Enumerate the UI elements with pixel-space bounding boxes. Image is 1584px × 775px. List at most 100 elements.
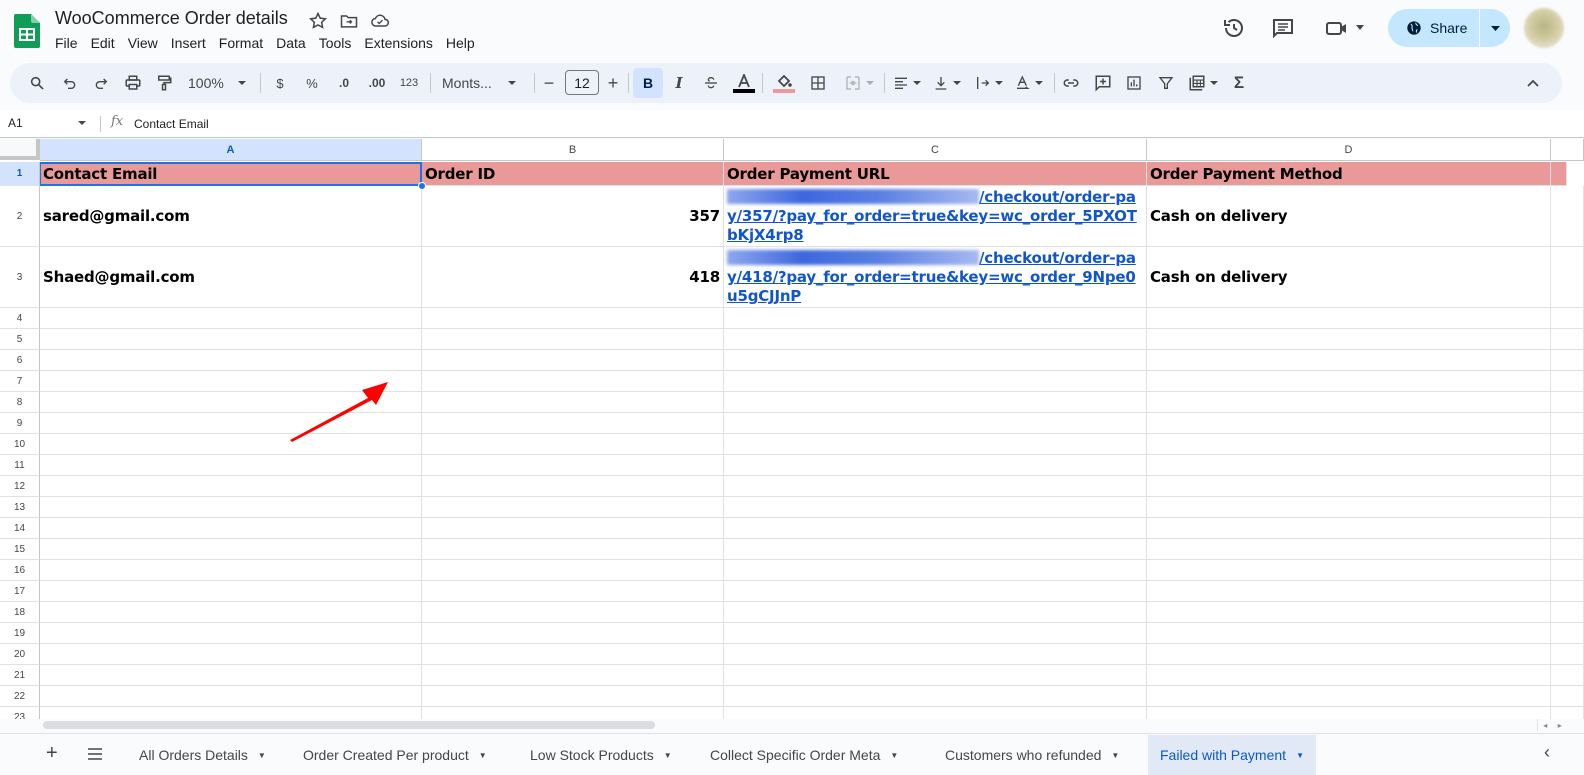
cell-e11[interactable]	[1551, 455, 1584, 476]
borders-button[interactable]	[807, 71, 829, 95]
row-header-1[interactable]: 1	[0, 162, 40, 186]
cell-d14[interactable]	[1147, 518, 1551, 539]
cell-a9[interactable]	[40, 413, 422, 434]
row-header-23[interactable]: 23	[0, 707, 40, 719]
chevron-down-icon[interactable]: ▼	[664, 751, 672, 760]
cell-b6[interactable]	[422, 350, 724, 371]
cell-b21[interactable]	[422, 665, 724, 686]
cell-d16[interactable]	[1147, 560, 1551, 581]
cell-c19[interactable]	[724, 623, 1147, 644]
cell-d6[interactable]	[1147, 350, 1551, 371]
cell-e22[interactable]	[1551, 686, 1584, 707]
cell-b14[interactable]	[422, 518, 724, 539]
cell-e5[interactable]	[1551, 329, 1584, 350]
menu-format[interactable]: Format	[219, 35, 270, 51]
menu-tools[interactable]: Tools	[319, 35, 359, 51]
row-header-8[interactable]: 8	[0, 392, 40, 413]
cell-e7[interactable]	[1551, 371, 1584, 392]
move-folder-icon[interactable]	[339, 11, 359, 31]
cell-d20[interactable]	[1147, 644, 1551, 665]
hide-menus-button[interactable]	[1522, 71, 1544, 95]
star-icon[interactable]	[308, 11, 328, 31]
cell-e23[interactable]	[1551, 707, 1584, 719]
cell-c7[interactable]	[724, 371, 1147, 392]
insert-comment-button[interactable]	[1092, 71, 1114, 95]
cell-e1[interactable]	[1551, 162, 1567, 186]
cell-d1[interactable]: Order Payment Method	[1147, 162, 1551, 186]
cell-d22[interactable]	[1147, 686, 1551, 707]
column-header-b[interactable]: B	[422, 139, 724, 161]
cell-a17[interactable]	[40, 581, 422, 602]
cell-c12[interactable]	[724, 476, 1147, 497]
cell-a11[interactable]	[40, 455, 422, 476]
menu-view[interactable]: View	[128, 35, 165, 51]
cell-d4[interactable]	[1147, 308, 1551, 329]
row-header-12[interactable]: 12	[0, 476, 40, 497]
cell-c23[interactable]	[724, 707, 1147, 719]
cell-b1[interactable]: Order ID	[422, 162, 724, 186]
cell-d21[interactable]	[1147, 665, 1551, 686]
cell-c8[interactable]	[724, 392, 1147, 413]
cell-a13[interactable]	[40, 497, 422, 518]
percent-format-button[interactable]: %	[303, 71, 321, 95]
column-header-c[interactable]: C	[724, 139, 1147, 161]
cell-c20[interactable]	[724, 644, 1147, 665]
scroll-tabs-left-icon[interactable]: ‹	[1544, 742, 1550, 763]
print-button[interactable]	[122, 71, 144, 95]
cell-b22[interactable]	[422, 686, 724, 707]
row-header-7[interactable]: 7	[0, 371, 40, 392]
font-size-input[interactable]: 12	[565, 70, 599, 95]
cell-e9[interactable]	[1551, 413, 1584, 434]
cell-c5[interactable]	[724, 329, 1147, 350]
cell-a2[interactable]: sared@gmail.com	[40, 186, 422, 247]
spreadsheet-grid[interactable]: A B C D Contact Email Order ID Order Pay…	[0, 139, 1584, 719]
cell-a22[interactable]	[40, 686, 422, 707]
user-avatar[interactable]	[1524, 8, 1564, 48]
share-options-button[interactable]	[1480, 9, 1510, 47]
strikethrough-button[interactable]	[700, 71, 722, 95]
cell-d8[interactable]	[1147, 392, 1551, 413]
cell-a4[interactable]	[40, 308, 422, 329]
cell-e15[interactable]	[1551, 539, 1584, 560]
cell-b18[interactable]	[422, 602, 724, 623]
cell-a3[interactable]: Shaed@gmail.com	[40, 247, 422, 308]
cell-d10[interactable]	[1147, 434, 1551, 455]
bold-button[interactable]: B	[633, 68, 663, 98]
document-title[interactable]: WooCommerce Order details	[55, 8, 288, 29]
row-header-19[interactable]: 19	[0, 623, 40, 644]
cell-e19[interactable]	[1551, 623, 1584, 644]
cell-e18[interactable]	[1551, 602, 1584, 623]
cell-a16[interactable]	[40, 560, 422, 581]
text-wrapping-button[interactable]	[972, 71, 1006, 95]
row-header-2[interactable]: 2	[0, 186, 40, 247]
cell-d17[interactable]	[1147, 581, 1551, 602]
add-sheet-button[interactable]: +	[46, 742, 58, 765]
row-header-15[interactable]: 15	[0, 539, 40, 560]
undo-button[interactable]	[59, 71, 81, 95]
cell-c6[interactable]	[724, 350, 1147, 371]
cell-a18[interactable]	[40, 602, 422, 623]
cell-a20[interactable]	[40, 644, 422, 665]
scroll-left-icon[interactable]: ◂	[1543, 721, 1547, 730]
cell-d15[interactable]	[1147, 539, 1551, 560]
cell-c13[interactable]	[724, 497, 1147, 518]
menu-data[interactable]: Data	[276, 35, 313, 51]
row-header-14[interactable]: 14	[0, 518, 40, 539]
cell-e20[interactable]	[1551, 644, 1584, 665]
horizontal-scrollbar-thumb[interactable]	[43, 721, 655, 729]
select-all-corner[interactable]	[0, 139, 40, 160]
cell-e8[interactable]	[1551, 392, 1584, 413]
cell-a15[interactable]	[40, 539, 422, 560]
cloud-saved-icon[interactable]	[370, 11, 390, 31]
cell-c22[interactable]	[724, 686, 1147, 707]
currency-format-button[interactable]: $	[272, 71, 288, 95]
cell-e4[interactable]	[1551, 308, 1584, 329]
cell-e12[interactable]	[1551, 476, 1584, 497]
fill-handle[interactable]	[418, 182, 426, 190]
chevron-down-icon[interactable]: ▼	[1296, 751, 1304, 760]
search-menus-button[interactable]	[26, 71, 48, 95]
cell-b15[interactable]	[422, 539, 724, 560]
cell-d5[interactable]	[1147, 329, 1551, 350]
cell-b5[interactable]	[422, 329, 724, 350]
increase-decimal-button[interactable]: .00	[365, 71, 389, 95]
